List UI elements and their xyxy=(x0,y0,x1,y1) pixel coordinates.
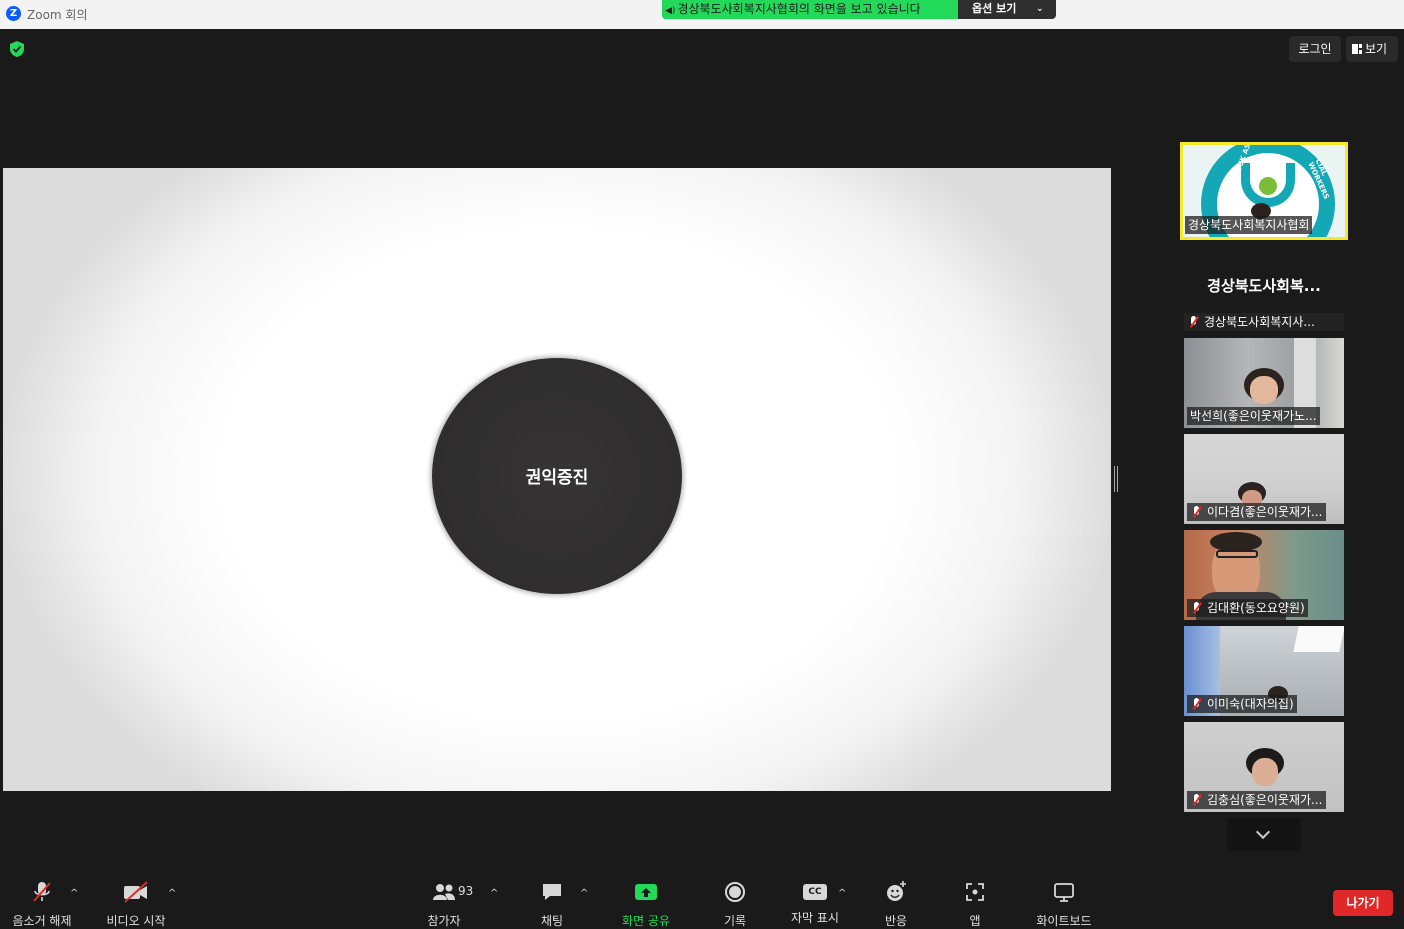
leave-button[interactable]: 나가기 xyxy=(1333,890,1393,916)
participant-name: 김대환(동오요양원) xyxy=(1207,601,1305,615)
glasses xyxy=(1216,550,1258,558)
mic-muted-icon xyxy=(1190,602,1204,614)
view-button[interactable]: 보기 xyxy=(1346,36,1398,62)
share-banner: ◀) 경상북도사회복지사협회의 화면을 보고 있습니다 옵션 보기 ⌄ xyxy=(662,0,1056,19)
reactions-label: 반응 xyxy=(884,914,908,928)
unmute-button[interactable]: 음소거 해제 xyxy=(8,880,76,928)
gallery-scroll-down-button[interactable] xyxy=(1227,818,1301,851)
shared-screen[interactable]: 권익증진 xyxy=(3,168,1111,791)
active-speaker-tile[interactable]: GYEONGBUK ASS CIAL WORKERS 경상북도사회복지사협회 xyxy=(1180,142,1348,240)
caret-up-icon[interactable]: ^ xyxy=(580,888,588,899)
participant-tile[interactable]: 이다겸(좋은이웃재가... xyxy=(1184,434,1344,524)
participant-name-bar: 이미숙(대자의집) xyxy=(1187,695,1297,713)
reactions-button[interactable]: 반응 xyxy=(876,880,916,928)
shield-check-icon[interactable] xyxy=(8,40,26,58)
participant-tile[interactable]: 김대환(동오요양원) xyxy=(1184,530,1344,620)
caret-up-icon[interactable]: ^ xyxy=(168,888,176,899)
apps-button[interactable]: 앱 xyxy=(960,880,990,928)
panel-splitter[interactable] xyxy=(1114,466,1118,492)
apps-icon xyxy=(966,883,984,901)
participant-person xyxy=(1210,532,1262,552)
view-options-label: 옵션 보기 xyxy=(972,2,1017,15)
slide-title: 권익증진 xyxy=(525,468,589,488)
whiteboard-icon xyxy=(1054,883,1074,902)
participants-label: 참가자 xyxy=(427,914,461,928)
participants-icon xyxy=(433,884,455,900)
participant-name-bar: 박선희(좋은이웃재가노... xyxy=(1187,407,1320,425)
participant-name: 이미숙(대자의집) xyxy=(1207,697,1294,711)
view-options-button[interactable]: 옵션 보기 ⌄ xyxy=(958,0,1056,19)
slide-circle: 권익증진 xyxy=(432,358,682,594)
share-screen-label: 화면 공유 xyxy=(622,914,670,928)
reaction-icon xyxy=(887,881,906,901)
chevron-down-icon: ⌄ xyxy=(1036,4,1044,14)
caret-up-icon[interactable]: ^ xyxy=(838,888,846,899)
whiteboard-button[interactable]: 화이트보드 xyxy=(1030,880,1098,928)
participant-name: 김충심(좋은이웃재가... xyxy=(1207,793,1323,807)
start-video-button[interactable]: 비디오 시작 xyxy=(100,880,172,928)
speaker-icon: ◀) xyxy=(665,6,676,16)
mic-muted-icon xyxy=(33,882,51,902)
participant-tile[interactable]: 이미숙(대자의집) xyxy=(1184,626,1344,716)
caret-up-icon[interactable]: ^ xyxy=(490,888,498,899)
chat-icon xyxy=(543,884,561,900)
whiteboard-label: 화이트보드 xyxy=(1036,914,1092,928)
participant-tile[interactable]: 김충심(좋은이웃재가... xyxy=(1184,722,1344,812)
app-title: Zoom 회의 xyxy=(27,8,88,22)
mic-muted-icon xyxy=(1187,316,1201,328)
participant-name: 박선희(좋은이웃재가노... xyxy=(1190,409,1317,423)
share-screen-icon xyxy=(635,884,657,900)
participant-name: 경상북도사회복지사... xyxy=(1204,315,1315,329)
zoom-logo-icon: Z xyxy=(6,6,21,21)
record-button[interactable]: 기록 xyxy=(714,880,756,928)
mic-muted-icon xyxy=(1190,794,1204,806)
meeting-toolbar: 음소거 해제 ^ 비디오 시작 ^ 참가자 93 ^ 채팅 ^ 화면 공유 기록… xyxy=(0,866,1404,928)
record-label: 기록 xyxy=(723,914,747,928)
chat-button[interactable]: 채팅 xyxy=(532,880,572,928)
participant-name: 이다겸(좋은이웃재가... xyxy=(1207,505,1323,519)
caret-up-icon[interactable]: ^ xyxy=(70,888,78,899)
share-status-text: 경상북도사회복지사협회의 화면을 보고 있습니다 xyxy=(677,2,921,16)
apps-label: 앱 xyxy=(969,914,981,928)
view-label: 보기 xyxy=(1365,42,1388,56)
mic-muted-icon xyxy=(1190,698,1204,710)
chevron-down-icon xyxy=(1255,824,1271,840)
video-off-icon xyxy=(124,881,148,903)
cc-icon: CC xyxy=(803,880,827,904)
participant-name-bar: 이다겸(좋은이웃재가... xyxy=(1187,503,1326,521)
start-video-label: 비디오 시작 xyxy=(106,914,166,928)
show-captions-label: 자막 표시 xyxy=(791,911,839,925)
unmute-label: 음소거 해제 xyxy=(12,914,72,928)
participant-name-bar: 경상북도사회복지사... xyxy=(1184,313,1344,331)
show-captions-button[interactable]: CC 자막 표시 xyxy=(786,880,844,926)
participant-name: 경상북도사회복지사협회 xyxy=(1185,216,1313,234)
chat-label: 채팅 xyxy=(540,914,564,928)
share-screen-button[interactable]: 화면 공유 xyxy=(616,880,676,928)
mic-muted-icon xyxy=(1190,506,1204,518)
grid-view-icon xyxy=(1352,44,1362,54)
participants-count: 93 xyxy=(458,884,474,898)
record-icon xyxy=(725,882,745,902)
participant-display-name: 경상북도사회복... xyxy=(1207,277,1321,295)
login-button[interactable]: 로그인 xyxy=(1289,36,1341,62)
share-status: ◀) 경상북도사회복지사협회의 화면을 보고 있습니다 xyxy=(662,0,958,19)
participant-name-bar: 김대환(동오요양원) xyxy=(1187,599,1308,617)
participant-name-bar: 김충심(좋은이웃재가... xyxy=(1187,791,1326,809)
participant-tile[interactable]: 박선희(좋은이웃재가노... xyxy=(1184,338,1344,428)
